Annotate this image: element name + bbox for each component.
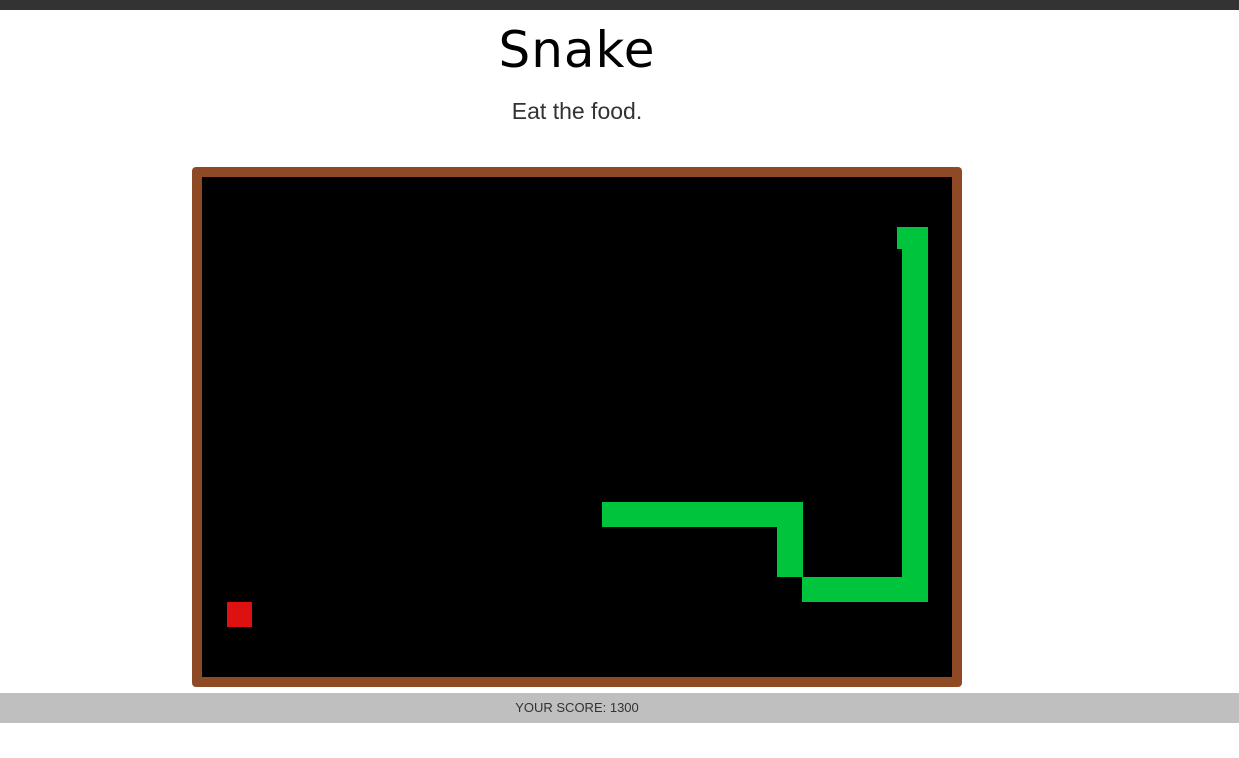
snake-segment bbox=[852, 577, 878, 602]
snake-segment bbox=[777, 502, 803, 527]
snake-segment bbox=[902, 577, 928, 602]
snake-segment bbox=[627, 502, 653, 527]
snake-segment bbox=[902, 427, 928, 452]
snake-segment bbox=[727, 502, 753, 527]
snake-segment bbox=[802, 577, 828, 602]
snake-segment bbox=[902, 477, 928, 502]
snake-segment bbox=[902, 327, 928, 352]
snake-segment bbox=[902, 252, 928, 277]
snake-segment bbox=[902, 502, 928, 527]
top-bar bbox=[0, 0, 1239, 10]
snake-segment bbox=[702, 502, 728, 527]
snake-segment bbox=[902, 352, 928, 377]
snake-segment bbox=[677, 502, 703, 527]
snake-segment bbox=[902, 377, 928, 402]
page-title: Snake bbox=[498, 21, 656, 79]
snake-head bbox=[902, 227, 928, 252]
score-bar: YOUR SCORE: 1300 bbox=[0, 693, 1239, 723]
food-item bbox=[227, 602, 252, 627]
snake-segment bbox=[652, 502, 678, 527]
snake-segment bbox=[777, 552, 803, 577]
snake-segment bbox=[902, 402, 928, 427]
snake-segment bbox=[902, 277, 928, 302]
snake-segment bbox=[902, 552, 928, 577]
snake-segment bbox=[752, 502, 778, 527]
score-label: YOUR SCORE: 1300 bbox=[515, 700, 639, 715]
game-board-frame bbox=[192, 167, 962, 687]
snake-segment bbox=[827, 577, 853, 602]
snake-segment bbox=[902, 527, 928, 552]
game-board[interactable] bbox=[202, 177, 952, 677]
snake-segment bbox=[902, 452, 928, 477]
snake-head-notch bbox=[897, 227, 903, 249]
snake-segment bbox=[902, 302, 928, 327]
snake-segment bbox=[777, 527, 803, 552]
page-subtitle: Eat the food. bbox=[511, 98, 643, 124]
snake-segment bbox=[602, 502, 628, 527]
snake-segment bbox=[877, 577, 903, 602]
